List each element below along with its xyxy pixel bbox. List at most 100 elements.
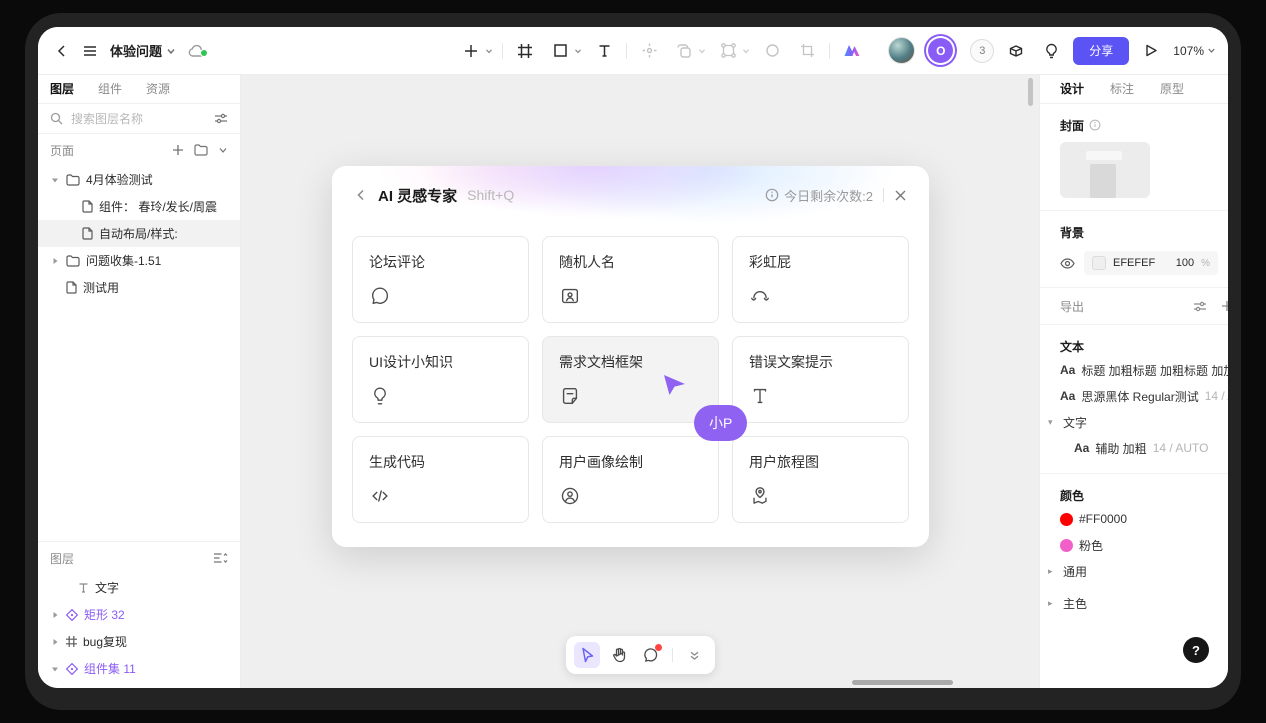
background-hex-value[interactable]: EFEFEF [1113,257,1169,269]
caret-expanded-icon[interactable]: ▾ [1048,417,1057,428]
eye-icon[interactable] [1060,258,1075,269]
component-tool[interactable] [715,38,741,64]
page-item-selected[interactable]: 自动布局/样式: [38,220,240,247]
sidebar-tabs: 图层 组件 资源 [38,74,240,104]
handoff-box-icon[interactable] [1003,38,1029,64]
document-icon [559,385,702,407]
layer-item-component-set[interactable]: 组件集 11 [38,655,240,682]
lightbulb-icon[interactable] [1038,38,1064,64]
horizontal-scrollbar[interactable] [852,680,953,685]
page-item-folder[interactable]: 问题收集-1.51 [38,247,240,274]
caret-expanded-icon[interactable] [50,665,60,673]
hand-tool[interactable] [606,642,632,668]
boolean-tool[interactable] [671,38,697,64]
ai-card-ui-tips[interactable]: UI设计小知识 [352,336,529,423]
ai-card-user-persona[interactable]: 用户画像绘制 [542,436,719,523]
caret-collapsed-icon[interactable] [50,611,60,619]
text-tool[interactable] [591,38,617,64]
color-swatch[interactable] [1092,256,1106,270]
insert-caret-icon[interactable] [485,47,493,55]
tab-resources[interactable]: 资源 [146,80,170,97]
modal-back-icon[interactable] [354,188,368,202]
collaborator-count-badge[interactable]: 3 [970,39,994,63]
text-style-item[interactable]: Aa 标题 加粗标题 加粗标题 加加粗 16 [1060,357,1228,383]
divider [883,188,884,202]
cloud-sync-icon[interactable] [188,44,206,58]
ai-assistant-icon[interactable] [839,38,865,64]
back-icon[interactable] [54,43,70,59]
color-group[interactable]: ▸ 通用 [1048,558,1228,584]
page-item-folder[interactable]: 4月体验测试 [38,166,240,193]
present-play-icon[interactable] [1138,38,1164,64]
search-input[interactable] [69,111,208,127]
help-button[interactable]: ? [1183,637,1209,663]
ai-card-prd-framework[interactable]: 需求文档框架 [542,336,719,423]
ai-card-forum-comment[interactable]: 论坛评论 [352,236,529,323]
collapse-pages-icon[interactable] [218,145,228,155]
caret-collapsed-icon[interactable] [50,257,60,265]
code-icon [369,485,512,507]
frame-tool[interactable] [512,38,538,64]
frame-layer-icon [66,636,77,647]
close-icon[interactable] [894,189,907,202]
zoom-control[interactable]: 107% [1173,44,1216,58]
ai-card-random-name[interactable]: 随机人名 [542,236,719,323]
tab-annotate[interactable]: 标注 [1110,80,1134,97]
export-settings-icon[interactable] [1193,300,1207,313]
caret-collapsed-icon[interactable]: ▸ [1048,598,1057,609]
tab-layers[interactable]: 图层 [50,80,74,97]
menu-icon[interactable] [82,43,98,59]
ai-card-user-journey[interactable]: 用户旅程图 [732,436,909,523]
insert-tool[interactable] [458,38,484,64]
tab-design[interactable]: 设计 [1060,80,1084,97]
share-button[interactable]: 分享 [1073,37,1129,65]
caret-expanded-icon[interactable] [50,176,60,184]
color-group[interactable]: ▸ 主色 [1048,590,1228,616]
text-style-item[interactable]: Aa 辅助 加粗 14 / AUTO [1060,435,1228,461]
add-export-icon[interactable] [1221,300,1228,312]
shape-tool[interactable] [547,38,573,64]
move-tool[interactable] [636,38,662,64]
rainbow-icon [749,285,892,307]
chevron-down-icon [166,46,176,56]
ai-card-rainbow-praise[interactable]: 彩虹屁 [732,236,909,323]
component-caret-icon[interactable] [742,47,750,55]
layer-item-frame[interactable]: bug复现 [38,628,240,655]
boolean-caret-icon[interactable] [698,47,706,55]
document-title[interactable]: 体验问题 [110,41,176,60]
vertical-scrollbar[interactable] [1028,78,1033,106]
shape-caret-icon[interactable] [574,47,582,55]
canvas[interactable]: AI 灵感专家 Shift+Q 今日剩余次数:2 [241,74,1039,688]
comment-tool[interactable] [638,642,664,668]
sort-layers-icon[interactable] [214,552,228,564]
caret-collapsed-icon[interactable] [50,638,60,646]
color-style-item[interactable]: #FF0000 [1060,506,1228,532]
collaborator-avatar[interactable]: O [928,38,953,63]
background-opacity-value[interactable]: 100 [1176,257,1194,269]
layer-item-text[interactable]: 文字 [38,574,240,601]
layer-item-component[interactable]: 矩形 32 [38,601,240,628]
tab-prototype[interactable]: 原型 [1160,80,1184,97]
select-tool[interactable] [574,642,600,668]
color-dot-red [1060,513,1073,526]
card-title: 用户画像绘制 [559,452,702,472]
user-avatar[interactable] [888,37,915,64]
text-style-group[interactable]: ▾ 文字 [1048,409,1228,435]
slice-tool[interactable] [794,38,820,64]
mask-tool[interactable] [759,38,785,64]
collapse-toolbar-icon[interactable] [681,642,707,668]
text-style-item[interactable]: Aa 思源黑体 Regular测试 14 / AUTO [1060,383,1228,409]
filter-icon[interactable] [214,112,228,125]
background-color-field[interactable]: EFEFEF 100 % [1084,251,1218,275]
caret-collapsed-icon[interactable]: ▸ [1048,566,1057,577]
ai-card-generate-code[interactable]: 生成代码 [352,436,529,523]
add-page-icon[interactable] [172,144,184,156]
cover-thumbnail[interactable] [1060,142,1150,198]
page-item[interactable]: 测试用 [38,274,240,301]
tab-components[interactable]: 组件 [98,80,122,97]
layer-search [38,104,240,134]
ai-card-error-copy[interactable]: 错误文案提示 [732,336,909,423]
folder-add-icon[interactable] [194,144,208,156]
color-style-item[interactable]: 粉色 [1060,532,1228,558]
page-item[interactable]: 组件： 春玲/发长/周震 [38,193,240,220]
